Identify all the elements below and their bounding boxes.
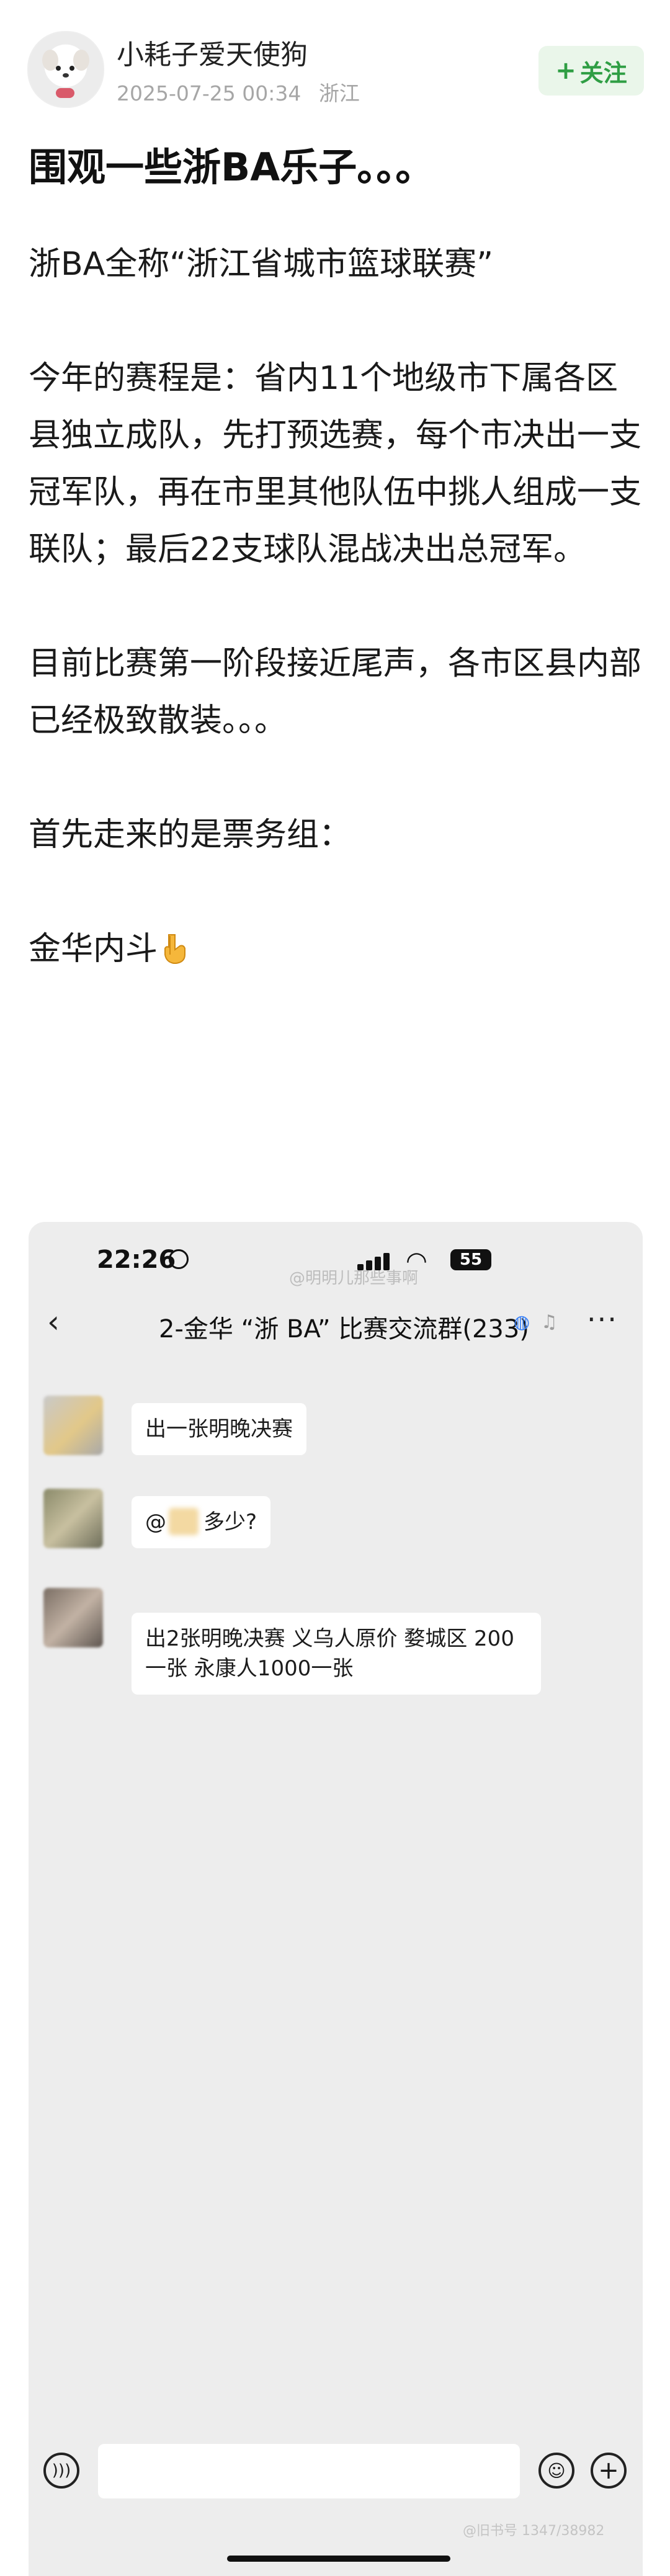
post-meta: 2025-07-25 00:34 浙江 bbox=[117, 77, 371, 107]
back-icon[interactable]: ‹ bbox=[47, 1304, 60, 1340]
avatar-dog-ear bbox=[73, 50, 89, 71]
voice-icon[interactable]: ))) bbox=[43, 2453, 79, 2489]
follow-label: 关注 bbox=[579, 59, 627, 87]
pointing-down-hand-icon bbox=[158, 925, 190, 964]
paragraph-text: 金华内斗 bbox=[29, 930, 158, 968]
chat-bubble-icon: ◍ bbox=[514, 1311, 530, 1333]
watermark: @明明儿那些事啊 bbox=[289, 1269, 419, 1288]
avatar-dog-eye bbox=[56, 66, 61, 71]
embedded-chat-screenshot: 22:26 @明明儿那些事啊 ◠ 55 ‹ 2-金华 “浙 BA” 比赛交流群(… bbox=[29, 1222, 643, 2576]
message-bubble[interactable]: @ 多少? bbox=[132, 1496, 271, 1548]
avatar-dog-eye bbox=[69, 66, 74, 71]
author-avatar[interactable] bbox=[27, 31, 104, 108]
author-name[interactable]: 小耗子爱天使狗 bbox=[117, 32, 308, 72]
blurred-mention bbox=[169, 1508, 199, 1535]
paragraph-last: 金华内斗 bbox=[29, 920, 643, 978]
paragraph: 首先走来的是票务组： bbox=[29, 816, 352, 853]
message-input[interactable] bbox=[98, 2444, 520, 2498]
paragraph: 目前比赛第一阶段接近尾声，各市区县内部已经极致散装。。。 bbox=[29, 645, 642, 739]
post-body: 浙BA全称“浙江省城市篮球联赛” 今年的赛程是：省内11个地级市下属各区县独立成… bbox=[29, 236, 643, 978]
message-bubble[interactable]: 出一张明晚决赛 bbox=[132, 1403, 306, 1455]
signal-icon bbox=[357, 1252, 395, 1270]
chat-input-bar: ))) ☺ + bbox=[29, 2431, 643, 2512]
avatar-bow bbox=[56, 88, 74, 98]
mention-prefix: @ bbox=[145, 1510, 166, 1535]
plus-icon: + bbox=[555, 56, 576, 85]
paragraph: 今年的赛程是：省内11个地级市下属各区县独立成队，先打预选赛，每个市决出一支冠军… bbox=[29, 360, 642, 568]
avatar-dog-nose bbox=[63, 73, 69, 78]
bottom-watermark: @旧书号 1347/38982 bbox=[463, 2523, 605, 2539]
status-time: 22:26 bbox=[97, 1246, 176, 1274]
message-bubble[interactable]: 出2张明晚决赛 义乌人原价 婺城区 200一张 永康人1000一张 bbox=[132, 1613, 541, 1695]
wifi-icon: ◠ bbox=[406, 1247, 427, 1275]
blurred-avatar bbox=[43, 1588, 103, 1647]
add-icon[interactable]: + bbox=[591, 2453, 627, 2489]
status-bar: 22:26 @明明儿那些事啊 ◠ 55 bbox=[29, 1222, 643, 1290]
post-title: 围观一些浙BA乐子。。。 bbox=[29, 145, 434, 190]
emoji-icon[interactable]: ☺ bbox=[538, 2453, 574, 2489]
post-location: 浙江 bbox=[318, 81, 360, 105]
muted-bell-icon: ♫ bbox=[541, 1311, 558, 1333]
chat-navbar: ‹ 2-金华 “浙 BA” 比赛交流群(233) ◍ ♫ ··· bbox=[29, 1296, 643, 1352]
blurred-avatar bbox=[43, 1489, 103, 1548]
follow-button[interactable]: + 关注 bbox=[538, 46, 644, 96]
battery-icon: 55 bbox=[450, 1249, 491, 1270]
home-indicator bbox=[227, 2556, 450, 2562]
post-header: 小耗子爱天使狗 2025-07-25 00:34 浙江 + 关注 bbox=[0, 0, 670, 124]
blurred-avatar bbox=[43, 1396, 103, 1455]
chat-title: 2-金华 “浙 BA” 比赛交流群(233) bbox=[159, 1315, 529, 1344]
message-text: 多少? bbox=[203, 1510, 257, 1535]
paragraph: 浙BA全称“浙江省城市篮球联赛” bbox=[29, 246, 494, 283]
more-icon[interactable]: ··· bbox=[587, 1303, 618, 1336]
post-date: 2025-07-25 00:34 bbox=[117, 81, 302, 105]
smile-icon bbox=[169, 1249, 189, 1269]
